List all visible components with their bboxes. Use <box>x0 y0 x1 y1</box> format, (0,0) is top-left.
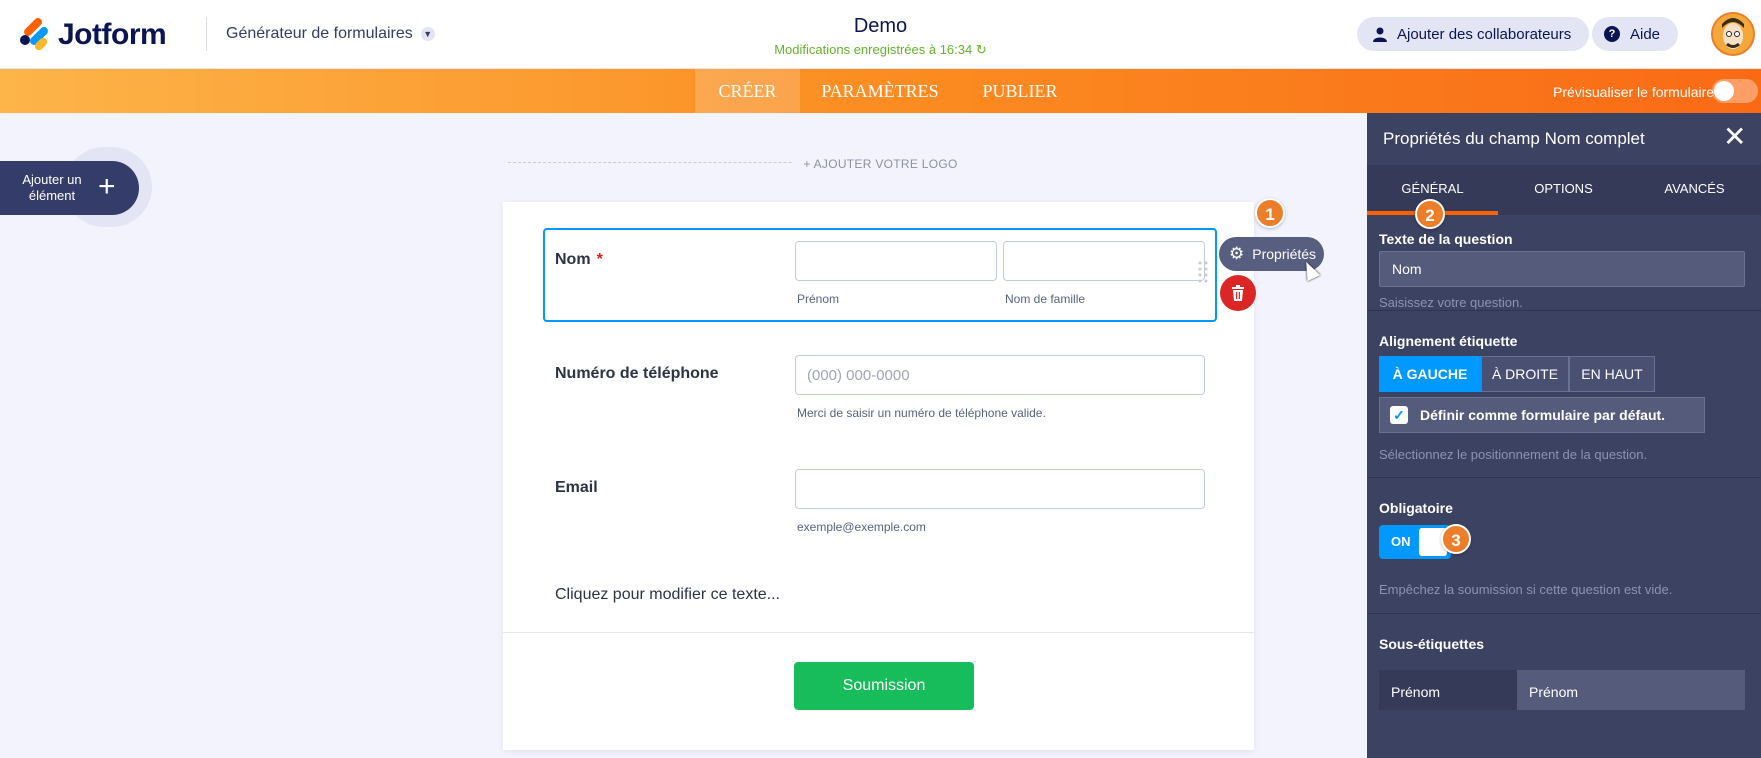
required-hint: Empêchez la soumission si cette question… <box>1379 582 1673 597</box>
submit-button[interactable]: Soumission <box>794 662 974 710</box>
builder-nav: CRÉER PARAMÈTRES PUBLIER Prévisualiser l… <box>0 69 1761 113</box>
add-element-label: Ajouter un élément <box>22 172 82 203</box>
gear-icon: ⚙ <box>1229 244 1245 263</box>
alignment-button-group: À GAUCHE À DROITE EN HAUT <box>1379 356 1679 392</box>
avatar-image <box>1713 14 1753 54</box>
sublabel-first-input[interactable]: Prénom <box>1517 670 1745 710</box>
drag-handle-icon[interactable] <box>1198 260 1208 284</box>
question-text-hint: Saisissez votre question. <box>1379 295 1523 310</box>
name-label-text: Nom <box>555 251 591 268</box>
question-text-section: Texte de la question Nom Saisissez votre… <box>1367 215 1761 311</box>
phone-placeholder: (000) 000-0000 <box>807 367 910 384</box>
form-divider <box>503 632 1254 633</box>
close-icon[interactable]: ✕ <box>1723 121 1746 153</box>
required-title: Obligatoire <box>1379 500 1453 516</box>
add-logo-link[interactable]: + AJOUTER VOTRE LOGO <box>793 157 968 171</box>
phone-input[interactable]: (000) 000-0000 <box>795 355 1205 395</box>
phone-sublabel: Merci de saisir un numéro de téléphone v… <box>797 406 1046 420</box>
add-collaborators-button[interactable]: Ajouter des collaborateurs <box>1357 17 1590 51</box>
tab-settings[interactable]: PARAMÈTRES <box>815 69 945 113</box>
label-alignment-hint: Sélectionnez le positionnement de la que… <box>1379 447 1648 462</box>
required-toggle-label: ON <box>1391 534 1411 549</box>
phone-field-label[interactable]: Numéro de téléphone <box>555 365 719 383</box>
last-name-sublabel: Nom de famille <box>1005 292 1086 306</box>
avatar[interactable] <box>1711 12 1755 56</box>
first-name-input[interactable] <box>795 241 997 281</box>
default-alignment-label: Définir comme formulaire par défaut. <box>1420 407 1666 423</box>
email-sublabel: exemple@exemple.com <box>797 520 926 534</box>
align-right-button[interactable]: À DROITE <box>1481 356 1569 392</box>
step-badge-3: 3 <box>1441 524 1471 554</box>
trash-icon <box>1232 285 1244 301</box>
label-alignment-title: Alignement étiquette <box>1379 333 1518 349</box>
step-badge-1: 1 <box>1255 198 1285 228</box>
name-field-label[interactable]: Nom * <box>555 251 603 269</box>
required-toggle[interactable]: ON <box>1379 525 1451 559</box>
add-collaborators-label: Ajouter des collaborateurs <box>1397 25 1572 43</box>
question-text-input[interactable]: Nom <box>1379 251 1745 287</box>
help-label: Aide <box>1630 25 1661 43</box>
email-input[interactable] <box>795 469 1205 509</box>
required-asterisk: * <box>596 251 603 268</box>
help-button[interactable]: ? Aide <box>1592 17 1679 51</box>
first-name-sublabel: Prénom <box>797 292 840 306</box>
delete-field-button[interactable] <box>1220 275 1256 311</box>
tab-create[interactable]: CRÉER <box>695 69 800 113</box>
required-section: Obligatoire ON 3 Empêchez la soumission … <box>1367 478 1761 614</box>
sublabel-key: Prénom <box>1379 670 1517 710</box>
preview-toggle-knob <box>1714 81 1734 101</box>
email-field-label[interactable]: Email <box>555 479 598 497</box>
preview-toggle[interactable] <box>1712 79 1758 103</box>
sublabels-section: Sous-étiquettes Prénom Prénom <box>1367 614 1761 758</box>
properties-panel: Propriétés du champ Nom complet ✕ GÉNÉRA… <box>1367 113 1761 758</box>
align-left-button[interactable]: À GAUCHE <box>1379 356 1481 392</box>
app-header: Jotform Générateur de formulaires ▼ Demo… <box>0 0 1761 69</box>
user-icon <box>1373 27 1387 42</box>
align-top-button[interactable]: EN HAUT <box>1569 356 1655 392</box>
preview-label: Prévisualiser le formulaire <box>1553 84 1715 100</box>
plus-icon: + <box>98 170 116 203</box>
default-alignment-checkbox-row[interactable]: ✓ Définir comme formulaire par défaut. <box>1379 397 1705 433</box>
tab-advanced[interactable]: AVANCÉS <box>1629 165 1760 215</box>
last-name-input[interactable] <box>1003 241 1205 281</box>
tab-options[interactable]: OPTIONS <box>1498 165 1629 215</box>
form-card: Nom * Prénom Nom de famille Numéro de tél… <box>503 202 1254 750</box>
saved-status-text: Modifications enregistrées à 16:34 <box>774 42 973 57</box>
sublabels-title: Sous-étiquettes <box>1379 636 1485 652</box>
refresh-icon[interactable]: ↻ <box>976 42 987 57</box>
panel-title: Propriétés du champ Nom complet <box>1383 129 1645 148</box>
question-text-title: Texte de la question <box>1379 231 1513 247</box>
question-icon: ? <box>1604 26 1620 42</box>
editable-text-block[interactable]: Cliquez pour modifier ce texte... <box>555 586 780 604</box>
checkbox-checked-icon[interactable]: ✓ <box>1390 406 1408 424</box>
properties-label: Propriétés <box>1252 246 1317 262</box>
tab-publish[interactable]: PUBLIER <box>975 69 1065 113</box>
label-alignment-section: Alignement étiquette À GAUCHE À DROITE E… <box>1367 311 1761 478</box>
